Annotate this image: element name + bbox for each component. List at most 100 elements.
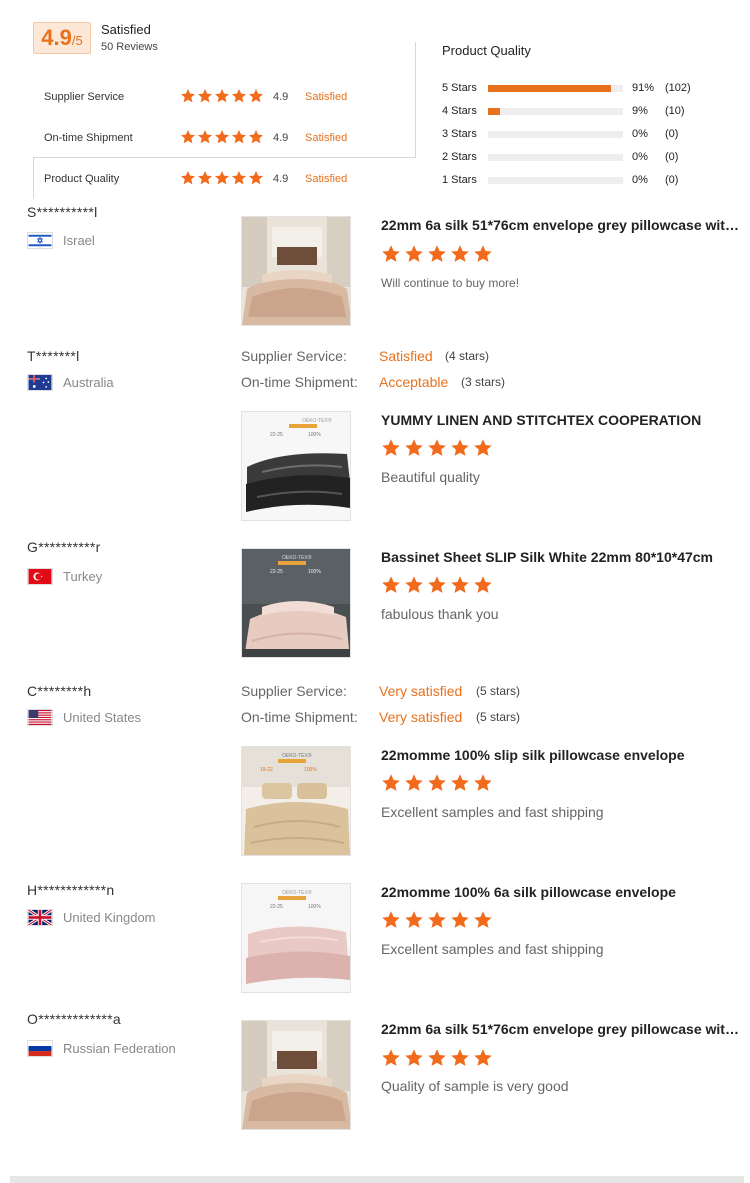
- divider: [33, 157, 416, 158]
- star-icon: [248, 129, 264, 145]
- reviewer-country: Israel: [27, 232, 95, 249]
- star-icon: [427, 438, 447, 458]
- supplier-service-rating: Supplier Service: Satisfied (4 stars): [241, 348, 489, 364]
- star-icon: [427, 244, 447, 264]
- overall-label: Satisfied: [101, 22, 151, 37]
- country-name: Russian Federation: [63, 1041, 176, 1056]
- product-title[interactable]: 22momme 100% slip silk pillowcase envelo…: [381, 747, 745, 763]
- star-icon: [473, 438, 493, 458]
- on-time-shipment-status: Acceptable: [379, 374, 449, 390]
- badge-text: OEKO-TEX®: [302, 417, 332, 424]
- product-title[interactable]: 22momme 100% 6a silk pillowcase envelope: [381, 884, 745, 900]
- on-time-shipment-label: On-time Shipment:: [241, 709, 358, 725]
- star-icon: [197, 129, 213, 145]
- star-icon: [180, 170, 196, 186]
- star-icon: [381, 575, 401, 595]
- metric-score: 4.9: [273, 132, 289, 144]
- product-title[interactable]: YUMMY LINEN AND STITCHTEX COOPERATION: [381, 412, 745, 428]
- star-icon: [180, 88, 196, 104]
- distribution-row: 5 Stars 91% (102): [442, 82, 742, 96]
- badge-text: 19-22: [260, 767, 273, 773]
- bedroom-photo-icon: [242, 217, 350, 325]
- bedroom-photo-icon: [242, 1021, 350, 1129]
- review-text: Beautiful quality: [381, 469, 480, 485]
- supplier-service-label: Supplier Service:: [241, 683, 347, 699]
- distribution-percent: 9%: [632, 105, 648, 117]
- product-thumbnail[interactable]: OEKO-TEX® 19-22 100%: [241, 746, 351, 856]
- product-thumbnail[interactable]: OEKO-TEX® 22-25 100%: [241, 883, 351, 993]
- product-thumbnail[interactable]: [241, 216, 351, 326]
- product-title[interactable]: 22mm 6a silk 51*76cm envelope grey pillo…: [381, 1021, 745, 1037]
- distribution-bar-track: [488, 108, 623, 115]
- star-icon: [473, 244, 493, 264]
- supplier-service-stars: (5 stars): [476, 684, 521, 698]
- distribution-row: 4 Stars 9% (10): [442, 105, 742, 119]
- on-time-shipment-status: Very satisfied: [379, 709, 463, 725]
- review-stars: [381, 910, 493, 930]
- bottom-divider: [10, 1176, 744, 1183]
- divider: [33, 157, 34, 199]
- star-icon: [381, 244, 401, 264]
- review-stars: [381, 773, 493, 793]
- quality-distribution-title: Product Quality: [442, 43, 531, 58]
- distribution-count: (0): [665, 151, 679, 163]
- star-icon: [404, 438, 424, 458]
- metric-stars: [180, 88, 264, 104]
- star-icon: [473, 1048, 493, 1068]
- distribution-row: 1 Stars 0% (0): [442, 174, 742, 188]
- distribution-percent: 0%: [632, 128, 648, 140]
- country-name: United States: [63, 710, 142, 725]
- review-text: Will continue to buy more!: [381, 276, 520, 290]
- star-icon: [214, 129, 230, 145]
- badge-text: 100%: [308, 904, 321, 910]
- metric-score: 4.9: [273, 91, 289, 103]
- review-text: Quality of sample is very good: [381, 1078, 569, 1094]
- product-thumbnail[interactable]: OEKO-TEX® 22-25 100%: [241, 548, 351, 658]
- distribution-row: 3 Stars 0% (0): [442, 128, 742, 142]
- metric-label: Supplier Service: [44, 91, 125, 103]
- star-icon: [231, 88, 247, 104]
- metric-stars: [180, 129, 264, 145]
- badge-text: 22-25: [270, 432, 283, 438]
- supplier-service-status: Satisfied: [379, 348, 433, 364]
- product-title[interactable]: 22mm 6a silk 51*76cm envelope grey pillo…: [381, 217, 745, 233]
- reviewer-name: O*************a: [27, 1011, 122, 1027]
- product-title[interactable]: Bassinet Sheet SLIP Silk White 22mm 80*1…: [381, 549, 745, 565]
- star-icon: [473, 910, 493, 930]
- overall-score: 4.9: [41, 25, 72, 50]
- reviewer-country: United States: [27, 709, 141, 726]
- review-count: 50 Reviews: [101, 41, 158, 53]
- badge-text: 100%: [308, 432, 321, 438]
- rating-summary: 4.9 /5 Satisfied 50 Reviews Supplier Ser…: [0, 0, 750, 200]
- pink-pillowcase-photo-icon: OEKO-TEX® 22-25 100%: [242, 884, 350, 992]
- product-thumbnail[interactable]: [241, 1020, 351, 1130]
- distribution-bar-fill: [488, 108, 501, 115]
- metric-label: Product Quality: [44, 173, 120, 185]
- star-icon: [404, 910, 424, 930]
- review-stars: [381, 575, 493, 595]
- reviewer-name: T*******l: [27, 348, 80, 364]
- on-time-shipment-stars: (5 stars): [476, 710, 521, 724]
- distribution-bar-track: [488, 177, 623, 184]
- star-icon: [427, 910, 447, 930]
- supplier-service-label: Supplier Service:: [241, 348, 347, 364]
- badge-text: 22-25: [270, 904, 283, 910]
- reviewer-name: C********h: [27, 683, 92, 699]
- product-thumbnail[interactable]: OEKO-TEX® 22-25 100%: [241, 411, 351, 521]
- metric-status: Satisfied: [305, 132, 348, 144]
- dark-silk-sheet-photo-icon: OEKO-TEX® 22-25 100%: [242, 412, 350, 520]
- star-icon: [473, 773, 493, 793]
- star-icon: [381, 910, 401, 930]
- star-icon: [427, 575, 447, 595]
- distribution-count: (102): [665, 82, 691, 94]
- reviewer-name: H************n: [27, 882, 115, 898]
- reviewer-country: Turkey: [27, 568, 102, 585]
- star-icon: [381, 438, 401, 458]
- russia-flag-icon: [27, 1040, 53, 1057]
- distribution-bar-fill: [488, 85, 611, 92]
- supplier-service-stars: (4 stars): [445, 349, 490, 363]
- star-icon: [427, 1048, 447, 1068]
- distribution-label: 1 Stars: [442, 174, 477, 186]
- metric-on-time-shipment: On-time Shipment 4.9 Satisfied: [44, 129, 424, 149]
- metric-product-quality[interactable]: Product Quality 4.9 Satisfied: [44, 170, 424, 190]
